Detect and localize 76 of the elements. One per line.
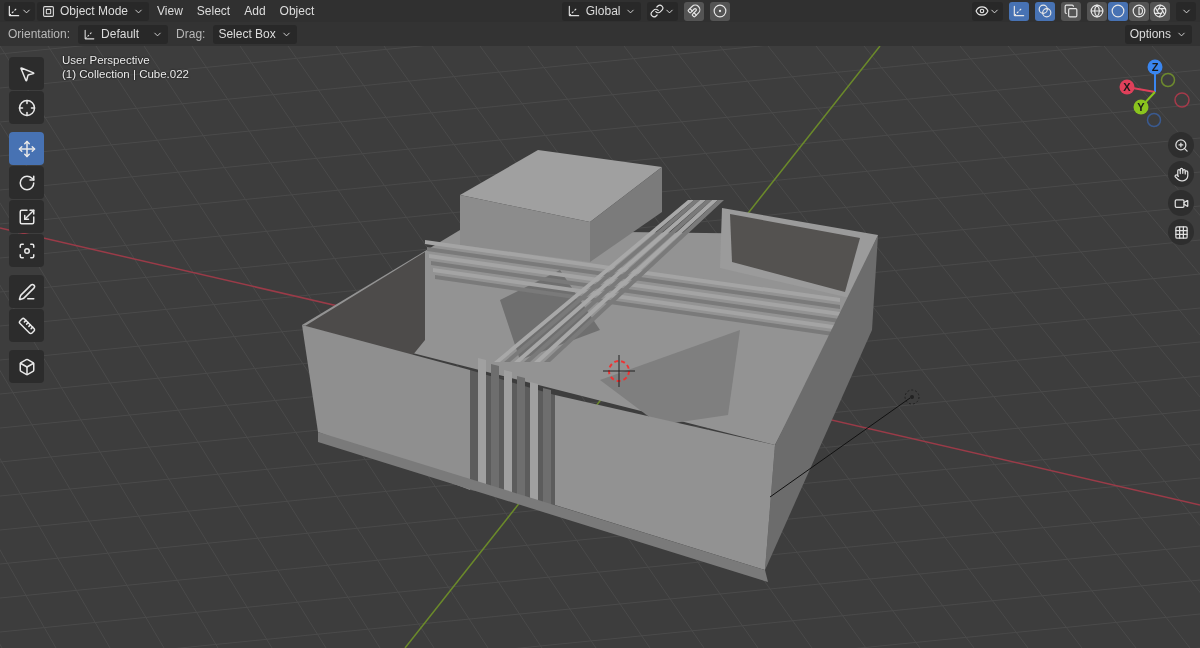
axis-handle[interactable] (1174, 92, 1190, 108)
menu-item[interactable]: Object (273, 1, 321, 21)
transform-icon (17, 241, 36, 260)
menu-item[interactable]: Add (238, 1, 272, 21)
menu-item[interactable]: View (151, 1, 189, 21)
drag-dropdown[interactable]: Select Box (213, 24, 297, 44)
ruler-icon (17, 316, 36, 335)
half-shaded-sphere-icon (1132, 4, 1146, 18)
mode-dropdown[interactable]: Object Mode (37, 1, 150, 21)
orientation-label: Orientation: (8, 27, 71, 41)
scale-icon (17, 207, 36, 226)
object-info: (1) Collection | Cube.022 (62, 68, 189, 80)
rendered-sphere-icon (1153, 4, 1167, 18)
toggle-button[interactable] (1061, 1, 1081, 21)
tool-button[interactable] (9, 200, 44, 233)
rotate-icon (17, 173, 36, 192)
axes-icon (83, 27, 97, 41)
axis-handle[interactable] (1147, 59, 1163, 75)
pan-button[interactable] (1168, 161, 1194, 187)
orientation-dropdown[interactable]: Global (561, 1, 642, 21)
axis-handle[interactable] (1146, 112, 1162, 128)
toggle-button[interactable] (710, 1, 731, 21)
tool-button[interactable] (9, 57, 44, 90)
tool-button[interactable] (9, 91, 44, 124)
cube-icon (17, 357, 36, 376)
shading-button[interactable] (1129, 1, 1149, 21)
tool-button[interactable] (9, 309, 44, 342)
axis-handle[interactable] (1133, 99, 1149, 115)
visibility-dropdown[interactable] (972, 1, 1003, 21)
overlapping-circles-icon (1038, 4, 1052, 18)
axes-icon (7, 4, 21, 18)
target-circle-icon (713, 4, 728, 18)
tool-button[interactable] (9, 350, 44, 383)
link-icon (650, 4, 665, 18)
wireframe-sphere-icon (1090, 4, 1104, 18)
solid-sphere-icon (1111, 4, 1125, 18)
shading-button[interactable] (1150, 1, 1170, 21)
axis-handle[interactable] (1160, 72, 1176, 88)
tool-button[interactable] (9, 234, 44, 267)
move-icon (17, 139, 36, 158)
orientation-dropdown[interactable]: Default (78, 24, 169, 44)
axes-icon (1012, 4, 1026, 18)
cursor-icon (17, 98, 36, 117)
tool-button[interactable] (9, 166, 44, 199)
options-dropdown[interactable]: Options (1124, 24, 1192, 44)
editor-type-button[interactable] (4, 1, 35, 21)
camera-view-button[interactable] (1168, 190, 1194, 216)
view-name: User Perspective (62, 54, 151, 66)
tool-button[interactable] (9, 275, 44, 308)
3d-cursor-icon (602, 354, 636, 388)
grid-icon (1173, 224, 1189, 240)
axis-handle[interactable] (1119, 79, 1135, 95)
axis-label: Z (1151, 61, 1159, 73)
hand-icon (1173, 166, 1189, 182)
zoom-button[interactable] (1168, 132, 1194, 158)
toggle-button[interactable] (1009, 1, 1029, 21)
zoom-icon (1173, 137, 1189, 153)
ortho-toggle-button[interactable] (1168, 219, 1194, 245)
drag-label: Drag: (176, 27, 206, 41)
menu-item[interactable]: Select (190, 1, 237, 21)
axes-icon (566, 4, 581, 18)
light-icon (904, 389, 920, 405)
shading-button[interactable] (1108, 1, 1128, 21)
axis-label: X (1123, 81, 1131, 93)
3d-viewport[interactable]: User Perspective (1) Collection | Cube.022 Z X Y (0, 46, 1200, 648)
object-square-icon (42, 4, 55, 18)
axis-label: Y (1137, 101, 1145, 113)
eye-icon (975, 4, 989, 18)
pivot-dropdown[interactable] (647, 1, 679, 21)
toggle-button[interactable] (1035, 1, 1055, 21)
toggle-button[interactable] (684, 1, 705, 21)
shading-dropdown[interactable] (1176, 1, 1196, 21)
magnet-icon (687, 4, 702, 18)
pen-icon (17, 282, 36, 301)
stacked-squares-icon (1064, 4, 1078, 18)
shading-button[interactable] (1087, 1, 1107, 21)
